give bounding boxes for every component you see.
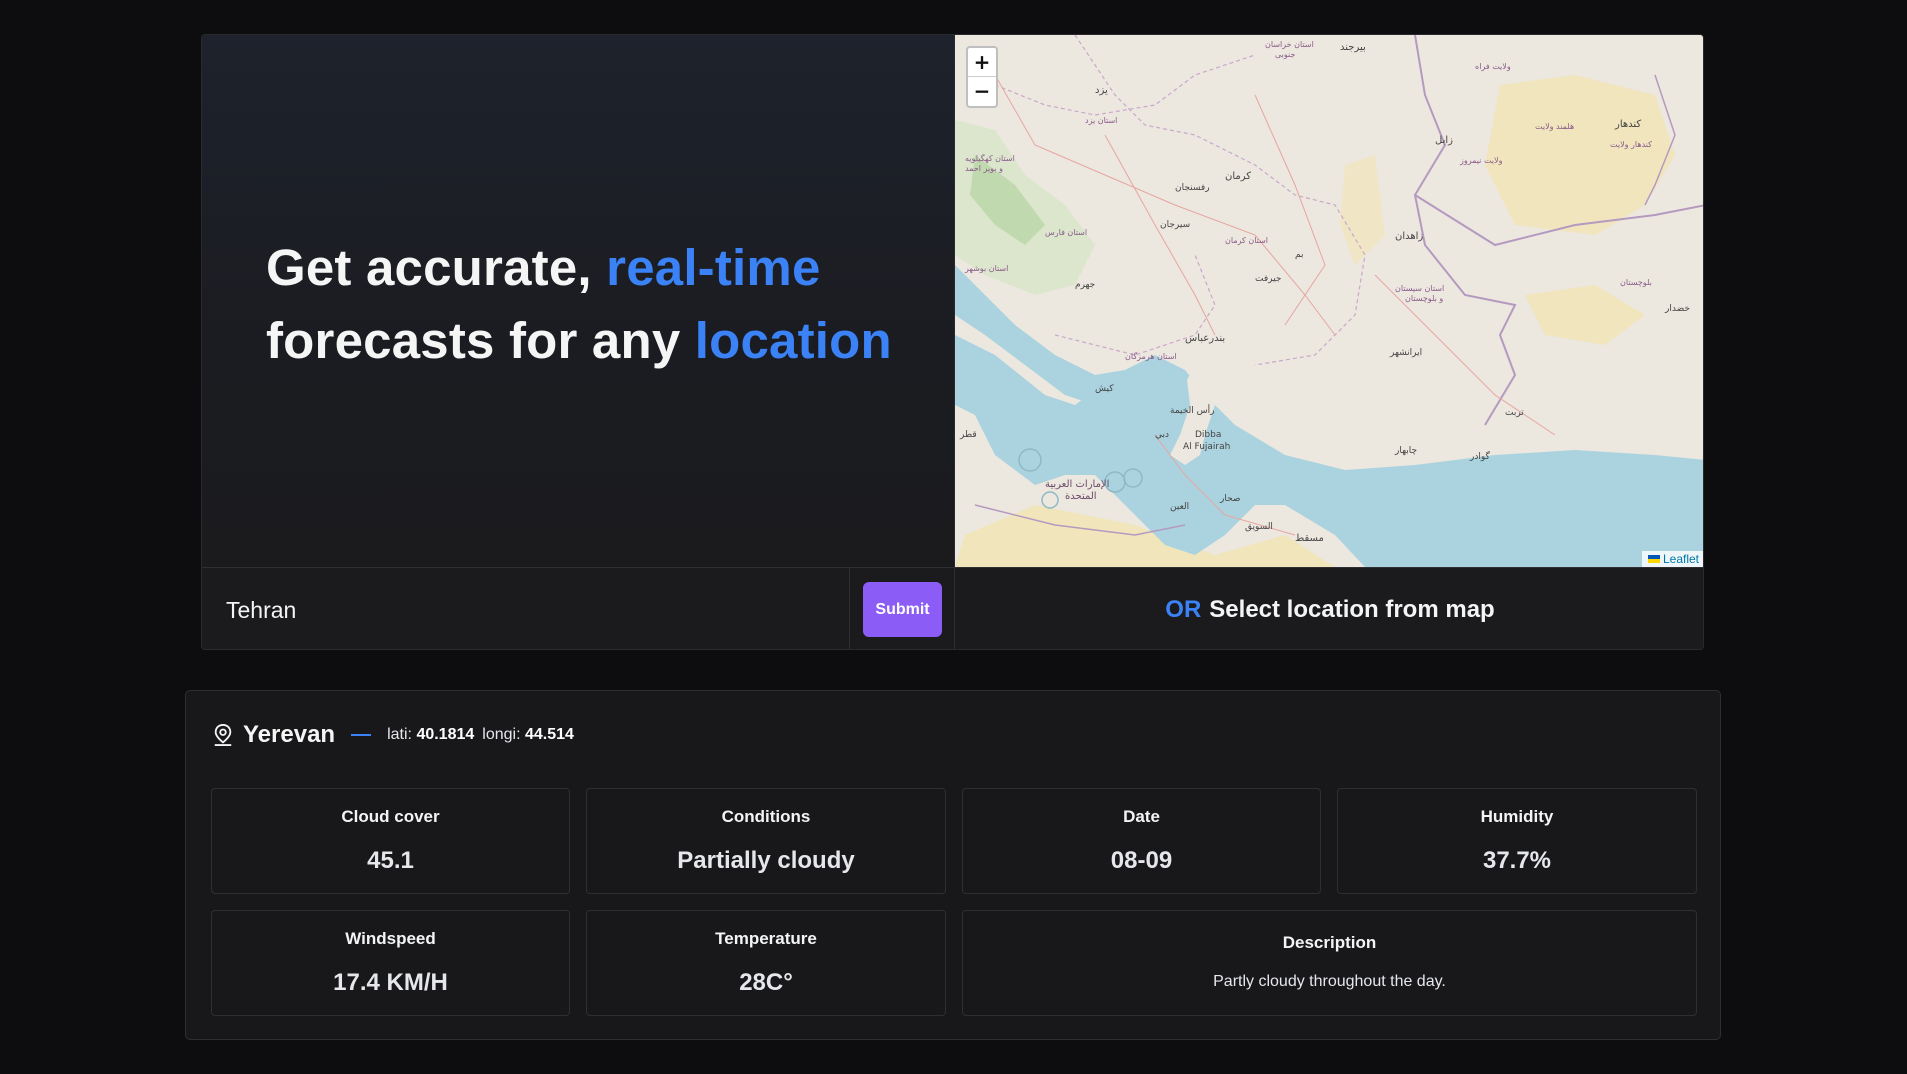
hero-headline: Get accurate, real-time forecasts for an… [266,231,892,377]
stat-value: 37.7% [1482,847,1552,874]
svg-text:ولایت نیمروز: ولایت نیمروز [1459,156,1503,165]
headline-accent-2: location [694,312,892,369]
stat-conditions: Conditions Partially cloudy [586,788,946,894]
svg-text:بندرعباس: بندرعباس [1185,333,1225,344]
hero-panel: Get accurate, real-time forecasts for an… [202,35,954,567]
svg-text:جیرفت: جیرفت [1255,274,1281,284]
svg-text:یزد: یزد [1095,85,1108,96]
svg-text:بلوچستان: بلوچستان [1620,278,1652,287]
map-hint-text: Select location from map [1209,596,1495,623]
attribution-link[interactable]: Leaflet [1663,552,1699,566]
svg-text:استان یزد: استان یزد [1085,116,1117,125]
svg-text:ولایت فراه: ولایت فراه [1475,62,1511,71]
headline-text-2: forecasts for any [266,312,695,369]
longitude-label: longi: [482,726,521,743]
city-search-input[interactable] [202,568,850,649]
svg-text:استان کهگیلویه: استان کهگیلویه [965,153,1015,163]
description-label: Description [1282,933,1377,952]
svg-text:زابل: زابل [1435,135,1453,146]
stat-label: Humidity [1480,807,1554,826]
headline-accent-1: real-time [606,239,821,296]
stat-value: Partially cloudy [677,847,855,874]
ukraine-flag-icon [1647,555,1660,563]
svg-text:مسقط: مسقط [1295,533,1324,544]
svg-text:قطر: قطر [959,430,977,440]
stat-humidity: Humidity 37.7% [1337,788,1697,894]
svg-text:رفسنجان: رفسنجان [1175,183,1210,193]
stat-value: 08-09 [1110,847,1173,874]
weather-card: Yerevan lati: 40.1814 longi: 44.514 Clou… [185,690,1721,1040]
search-bar: Submit OR Select location from map [202,567,1703,649]
svg-text:بیرجند: بیرجند [1340,42,1366,53]
latitude: lati: 40.1814 [387,726,474,744]
svg-text:Dibba: Dibba [1195,430,1221,440]
svg-text:کندهار ولایت: کندهار ولایت [1610,140,1652,149]
svg-text:ایرانشهر: ایرانشهر [1389,348,1422,358]
zoom-control: + − [966,46,998,108]
zoom-in-button[interactable]: + [968,48,996,77]
svg-text:الإمارات العربية: الإمارات العربية [1045,479,1109,490]
stat-value: 45.1 [367,847,414,874]
svg-text:استان خراسان: استان خراسان [1265,40,1314,49]
stat-label: Temperature [715,929,817,948]
svg-text:استان فارس: استان فارس [1045,228,1087,237]
svg-text:استان سیستان: استان سیستان [1395,284,1444,293]
svg-text:و بلوچستان: و بلوچستان [1405,294,1443,303]
stat-value: 28C° [739,969,793,996]
location-name: Yerevan [243,721,336,748]
svg-text:هلمند ولایت: هلمند ولایت [1535,122,1574,131]
svg-text:العين: العين [1170,502,1189,512]
svg-text:زاهدان: زاهدان [1395,231,1423,242]
zoom-out-button[interactable]: − [968,77,996,106]
separator-dash [351,734,372,736]
svg-text:جهرم: جهرم [1075,280,1095,290]
svg-text:دبي: دبي [1155,430,1169,440]
map-tiles[interactable]: بیرجند استان خراسان جنوبی ولایت فراه یزد… [955,35,1704,567]
map-select-hint: OR Select location from map [954,568,1703,649]
svg-text:استان بوشهر: استان بوشهر [964,264,1008,273]
description-text: Partly cloudy throughout the day. [1213,973,1446,990]
stat-label: Date [1123,807,1160,826]
svg-text:السويق: السويق [1245,522,1273,532]
headline-text-1: Get accurate, [266,239,607,296]
location-pin-icon [214,723,232,746]
svg-text:رأس الخيمة: رأس الخيمة [1170,404,1215,416]
svg-text:چابهار: چابهار [1394,446,1417,456]
stat-label: Windspeed [345,929,436,948]
svg-text:کیش: کیش [1095,384,1114,394]
stat-description: Description Partly cloudy throughout the… [962,910,1697,1016]
svg-text:و بویر احمد: و بویر احمد [965,164,1003,173]
stat-date: Date 08-09 [962,788,1321,894]
svg-text:خضدار: خضدار [1664,304,1690,314]
svg-text:کندهار: کندهار [1614,119,1641,130]
hero-card: Get accurate, real-time forecasts for an… [201,34,1704,650]
or-label: OR [1165,596,1202,623]
svg-text:استان کرمان: استان کرمان [1225,236,1268,245]
svg-text:کرمان: کرمان [1225,171,1251,182]
svg-text:Al Fujairah: Al Fujairah [1183,442,1230,452]
svg-text:المتحدة: المتحدة [1065,491,1097,502]
longitude: longi: 44.514 [482,726,574,744]
latitude-label: lati: [387,726,412,743]
stat-temperature: Temperature 28C° [586,910,946,1016]
svg-text:جنوبی: جنوبی [1275,50,1295,59]
svg-text:استان هرمزگان: استان هرمزگان [1125,351,1177,361]
stat-cloud-cover: Cloud cover 45.1 [211,788,570,894]
longitude-value: 44.514 [524,726,574,743]
stat-value: 17.4 KM/H [333,969,448,996]
svg-text:سیرجان: سیرجان [1160,220,1190,230]
svg-text:تربت: تربت [1505,408,1524,418]
submit-button[interactable]: Submit [863,582,942,637]
svg-text:گوادر: گوادر [1469,450,1491,462]
stat-windspeed: Windspeed 17.4 KM/H [211,910,570,1016]
latitude-value: 40.1814 [416,726,475,743]
location-header: Yerevan lati: 40.1814 longi: 44.514 [212,717,582,753]
map-attribution[interactable]: Leaflet [1641,551,1703,567]
svg-text:صحار: صحار [1219,494,1241,504]
stat-label: Conditions [721,807,811,826]
location-map[interactable]: بیرجند استان خراسان جنوبی ولایت فراه یزد… [954,35,1704,567]
stat-label: Cloud cover [341,807,440,826]
svg-text:بم: بم [1295,250,1304,260]
